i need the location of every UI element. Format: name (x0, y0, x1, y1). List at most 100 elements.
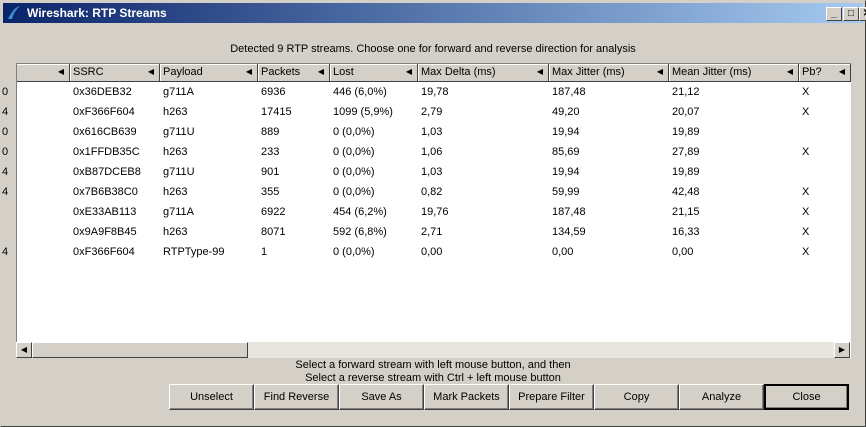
unselect-button[interactable]: Unselect (169, 384, 254, 410)
column-header-port[interactable]: ort◀ (17, 64, 70, 82)
column-header-max-jitter[interactable]: Max Jitter (ms) ◀ (549, 64, 669, 82)
column-label: Payload (163, 66, 203, 78)
table-row[interactable]: 0 0x36DEB32 g711A 6936 446 (6,0%) 19,78 187,48… (2, 82, 851, 102)
table-row[interactable]: 0 0x616CB639 g711U 889 0 (0,0%) 1,03 19,94 19,8… (2, 122, 851, 142)
column-header-row: ort◀ SSRC ◀ Payload ◀ Packets ◀ Lost ◀ Max D… (17, 64, 851, 82)
column-header-max-delta[interactable]: Max Delta (ms) ◀ (418, 64, 549, 82)
cell-port: 4 (2, 246, 9, 258)
cell-max-jitter: 187,48 (552, 206, 586, 218)
title-bar[interactable]: Wireshark: RTP Streams _ □ ✕ (3, 3, 866, 23)
cell-lost: 446 (6,0%) (333, 86, 387, 98)
column-label: Mean Jitter (ms) (672, 66, 752, 78)
column-label: Lost (333, 66, 354, 78)
horizontal-scrollbar[interactable]: ◀ ▶ (16, 342, 850, 358)
sort-arrow-icon: ◀ (57, 67, 64, 76)
column-header-pb[interactable]: Pb? ◀ (799, 64, 851, 82)
sort-arrow-icon: ◀ (786, 67, 793, 76)
cell-ssrc: 0x7B6B38C0 (73, 186, 138, 198)
cell-lost: 592 (6,8%) (333, 226, 387, 238)
cell-max-delta: 19,76 (421, 206, 449, 218)
streams-list[interactable]: ort◀ SSRC ◀ Payload ◀ Packets ◀ Lost ◀ Max D… (2, 63, 851, 358)
minimize-icon[interactable]: _ (826, 7, 842, 21)
cell-ssrc: 0x36DEB32 (73, 86, 132, 98)
cell-lost: 1099 (5,9%) (333, 106, 393, 118)
table-row[interactable]: 4 0xB87DCEB8 g711U 901 0 (0,0%) 1,03 19,94 19,8… (2, 162, 851, 182)
maximize-icon[interactable]: □ (843, 7, 859, 21)
cell-lost: 0 (0,0%) (333, 166, 375, 178)
cell-pb: X (802, 186, 810, 198)
cell-port: 4 (2, 166, 9, 178)
table-row[interactable]: 0xE33AB113 g711A 6922 454 (6,2%) 19,76 187,48… (17, 202, 851, 222)
cell-packets: 8071 (261, 226, 286, 238)
analyze-button[interactable]: Analyze (679, 384, 764, 410)
cell-max-jitter: 134,59 (552, 226, 586, 238)
prepare-filter-button[interactable]: Prepare Filter (509, 384, 594, 410)
cell-mean-jitter: 42,48 (672, 186, 700, 198)
sort-arrow-icon: ◀ (245, 67, 252, 76)
cell-payload: h263 (163, 106, 188, 118)
sort-arrow-icon: ◀ (405, 67, 412, 76)
sort-arrow-icon: ◀ (838, 67, 845, 76)
hint-line-2: Select a reverse stream with Ctrl + left… (305, 372, 561, 384)
cell-mean-jitter: 16,33 (672, 226, 700, 238)
cell-packets: 233 (261, 146, 280, 158)
cell-mean-jitter: 21,12 (672, 86, 700, 98)
cell-payload: h263 (163, 226, 188, 238)
cell-mean-jitter: 19,89 (672, 126, 700, 138)
mark-packets-button[interactable]: Mark Packets (424, 384, 509, 410)
wireshark-fin-icon (8, 6, 20, 19)
cell-max-jitter: 19,94 (552, 166, 580, 178)
column-header-ssrc[interactable]: SSRC ◀ (70, 64, 160, 82)
table-row[interactable]: 4 0x7B6B38C0 h263 355 0 (0,0%) 0,82 59,99 42,48… (2, 182, 851, 202)
cell-packets: 17415 (261, 106, 292, 118)
cell-pb: X (802, 226, 810, 238)
scrollbar-thumb[interactable] (32, 342, 248, 358)
cell-max-delta: 1,03 (421, 166, 443, 178)
table-row[interactable]: 4 0xF366F604 h263 17415 1099 (5,9%) 2,79 49,20… (2, 102, 851, 122)
table-row[interactable]: 4 0xF366F604 RTPType-99 1 0 (0,0%) 0,00 0,00 0,… (2, 242, 851, 262)
sort-arrow-icon: ◀ (536, 67, 543, 76)
cell-lost: 0 (0,0%) (333, 146, 375, 158)
close-button[interactable]: Close (764, 384, 849, 410)
column-header-mean-jitter[interactable]: Mean Jitter (ms) ◀ (669, 64, 799, 82)
cell-mean-jitter: 21,15 (672, 206, 700, 218)
streams-caption: Detected 9 RTP streams. Choose one for f… (230, 43, 636, 55)
scroll-right-icon[interactable]: ▶ (834, 342, 850, 358)
cell-max-jitter: 187,48 (552, 86, 586, 98)
find-reverse-button[interactable]: Find Reverse (254, 384, 339, 410)
cell-max-jitter: 49,20 (552, 106, 580, 118)
cell-payload: g711A (163, 86, 194, 98)
cell-mean-jitter: 0,00 (672, 246, 694, 258)
save-as-button[interactable]: Save As (339, 384, 424, 410)
cell-max-jitter: 85,69 (552, 146, 580, 158)
cell-max-delta: 0,82 (421, 186, 443, 198)
cell-payload: g711U (163, 126, 195, 138)
cell-max-jitter: 59,99 (552, 186, 580, 198)
sort-arrow-icon: ◀ (656, 67, 663, 76)
sort-arrow-icon: ◀ (317, 67, 324, 76)
cell-payload: h263 (163, 186, 188, 198)
cell-max-delta: 0,00 (421, 246, 443, 258)
cell-ssrc: 0x616CB639 (73, 126, 137, 138)
column-header-packets[interactable]: Packets ◀ (258, 64, 330, 82)
copy-button[interactable]: Copy (594, 384, 679, 410)
cell-max-delta: 19,78 (421, 86, 449, 98)
scroll-left-icon[interactable]: ◀ (16, 342, 32, 358)
cell-max-delta: 1,06 (421, 146, 443, 158)
cell-ssrc: 0xB87DCEB8 (73, 166, 141, 178)
cell-packets: 355 (261, 186, 280, 198)
cell-packets: 6922 (261, 206, 286, 218)
cell-packets: 1 (261, 246, 268, 258)
column-header-payload[interactable]: Payload ◀ (160, 64, 258, 82)
cell-lost: 454 (6,2%) (333, 206, 387, 218)
cell-ssrc: 0x9A9F8B45 (73, 226, 137, 238)
cell-pb: X (802, 106, 810, 118)
column-header-lost[interactable]: Lost ◀ (330, 64, 418, 82)
table-row[interactable]: 0x9A9F8B45 h263 8071 592 (6,8%) 2,71 134,59 16… (17, 222, 851, 242)
cell-mean-jitter: 27,89 (672, 146, 700, 158)
close-icon[interactable]: ✕ (859, 7, 866, 21)
cell-port: 0 (2, 86, 9, 98)
table-row[interactable]: 0 0x1FFDB35C h263 233 0 (0,0%) 1,06 85,69 27,89… (2, 142, 851, 162)
cell-packets: 901 (261, 166, 280, 178)
cell-packets: 889 (261, 126, 280, 138)
